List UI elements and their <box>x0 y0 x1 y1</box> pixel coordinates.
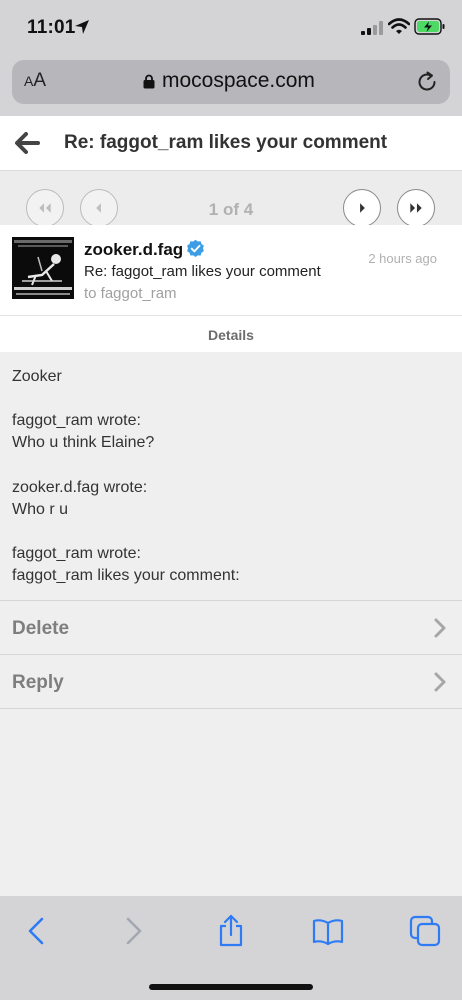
message-card[interactable]: zooker.d.fag 2 hours ago Re: faggot_ram … <box>0 225 462 316</box>
message-time: 2 hours ago <box>368 251 437 266</box>
pager-count: 1 of 4 <box>208 200 254 219</box>
body-line: faggot_ram wrote: <box>12 412 141 429</box>
message-subject: Re: faggot_ram likes your comment <box>84 263 321 280</box>
battery-charging-icon <box>414 18 445 35</box>
browser-address-area: AA mocospace.com <box>0 56 462 116</box>
body-line: faggot_ram likes your comment: <box>12 567 240 584</box>
lock-icon <box>143 74 155 89</box>
delete-row[interactable]: Delete <box>0 600 462 654</box>
reload-icon[interactable] <box>416 71 438 93</box>
details-label[interactable]: Details <box>0 327 462 343</box>
chevron-right-icon <box>434 672 446 692</box>
next-page-button[interactable] <box>343 189 381 225</box>
status-time: 11:01 <box>27 17 76 38</box>
status-bar: 11:01 <box>0 0 462 56</box>
body-line: Who u think Elaine? <box>12 434 155 451</box>
bookmarks-button[interactable] <box>311 914 345 948</box>
last-page-button[interactable] <box>397 189 435 225</box>
tabs-icon <box>409 915 441 947</box>
body-line: zooker.d.fag wrote: <box>12 479 148 496</box>
browser-forward-button[interactable] <box>116 914 150 948</box>
body-line: Who r u <box>12 501 69 518</box>
back-arrow-icon[interactable] <box>14 131 40 155</box>
browser-toolbar <box>0 896 462 1000</box>
chevron-right-icon <box>360 203 365 213</box>
wifi-icon <box>388 18 410 34</box>
body-line: Zooker <box>12 368 62 385</box>
divider <box>0 708 462 709</box>
share-icon <box>219 914 243 947</box>
delete-label[interactable]: Delete <box>12 618 69 640</box>
forward-icon <box>126 917 142 945</box>
verified-badge-icon <box>187 239 204 258</box>
text-size-button[interactable]: AA <box>24 70 46 92</box>
bookmarks-icon <box>312 919 344 946</box>
tabs-button[interactable] <box>408 914 442 948</box>
page-header: Re: faggot_ram likes your comment <box>0 116 462 171</box>
browser-back-button[interactable] <box>20 914 54 948</box>
message-body: Zooker faggot_ram wrote: Who u think Ela… <box>0 352 462 600</box>
address-url[interactable]: mocospace.com <box>162 69 315 93</box>
reply-row[interactable]: Reply <box>0 654 462 708</box>
sender-name[interactable]: zooker.d.fag <box>84 240 183 260</box>
body-line: faggot_ram wrote: <box>12 545 141 562</box>
signal-icon <box>361 21 383 35</box>
avatar[interactable] <box>12 237 74 299</box>
share-button[interactable] <box>214 914 248 948</box>
reply-label[interactable]: Reply <box>12 672 64 694</box>
avatar-image <box>12 237 74 299</box>
details-bar[interactable]: Details <box>0 316 462 352</box>
home-indicator <box>149 984 313 990</box>
message-pager: 1 of 4 <box>0 171 462 225</box>
address-bar[interactable]: AA mocospace.com <box>12 60 450 104</box>
chevron-right-icon <box>434 618 446 638</box>
message-recipient: to faggot_ram <box>84 285 177 302</box>
double-chevron-right-icon <box>410 203 422 213</box>
page-title: Re: faggot_ram likes your comment <box>64 132 388 153</box>
location-icon <box>75 20 89 34</box>
back-icon <box>28 917 44 945</box>
